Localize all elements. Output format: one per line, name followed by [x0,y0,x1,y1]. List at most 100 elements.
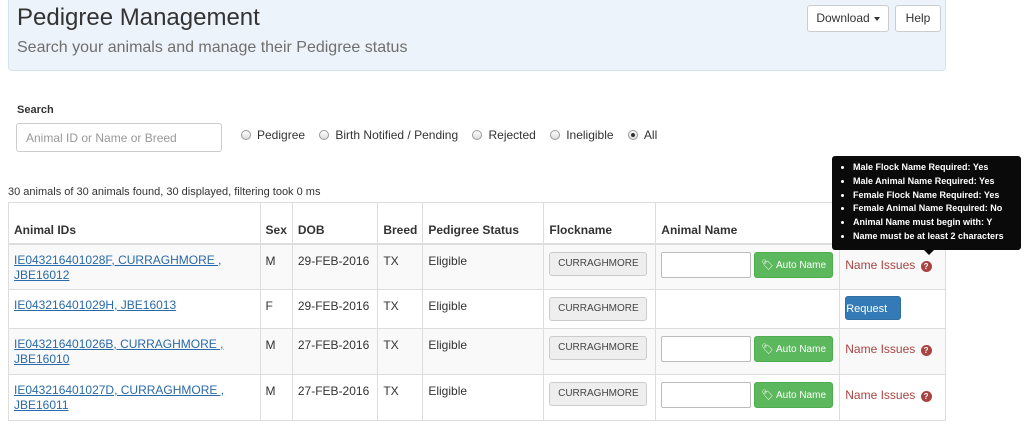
question-circle-icon[interactable]: ? [920,260,932,272]
radio-rejected[interactable] [472,130,483,140]
column-header-flockname[interactable]: Flockname [543,202,657,245]
search-label: Search [17,104,54,116]
flockname-button[interactable]: CURRAGHMORE [549,336,648,360]
status-value: Eligible [428,299,468,313]
breed-value: TX [383,253,399,268]
status-value: Eligible [428,338,468,352]
cell-animal-id: IE043216401027D, CURRAGHMORE , JBE16011 [8,374,261,421]
name-issues-label: Name Issues [845,257,916,272]
page-header: Pedigree Management Search your animals … [8,0,946,71]
tag-icon: 🏷︎ [761,390,774,401]
column-header-animal-ids[interactable]: Animal IDs [8,202,261,245]
name-issues-link[interactable]: Name Issues ? [845,375,940,402]
help-button[interactable]: Help [895,5,941,32]
tooltip-arrow [924,250,934,255]
name-issues-label: Name Issues [845,342,916,356]
animal-id-link[interactable]: IE043216401027D, CURRAGHMORE , JBE16011 [14,375,255,413]
dob-value: 29-FEB-2016 [297,253,370,268]
filter-label: All [643,128,658,142]
tag-icon: 🏷︎ [761,259,774,271]
cell-sex: M [259,243,293,290]
tooltip-item: Male Animal Name Required: Yes [853,175,1015,189]
auto-name-button[interactable]: 🏷︎ Auto Name [754,382,834,408]
cell-dob: 29-FEB-2016 [291,289,379,329]
cell-dob: 27-FEB-2016 [291,374,379,421]
radio-ineligible[interactable] [550,130,561,140]
animal-id-link[interactable]: IE043216401028F, CURRAGHMORE , JBE16012 [14,245,255,283]
flockname-button[interactable]: CURRAGHMORE [549,297,648,321]
column-header-pedigree-status[interactable]: Pedigree Status [422,202,545,245]
tag-icon: 🏷︎ [761,344,774,355]
column-header-dob[interactable]: DOB [291,202,379,245]
filter-label: Birth Notified / Pending [335,128,459,142]
cell-breed: TX [377,289,424,329]
cell-animal-id: IE043216401026B, CURRAGHMORE , JBE16010 [8,328,261,375]
tooltip-item: Female Flock Name Required: Yes [853,189,1015,203]
radio-pedigree[interactable] [241,130,251,140]
page-subtitle: Search your animals and manage their Ped… [17,39,408,56]
name-issues-link[interactable]: Name Issues ? [845,329,940,356]
animal-id-text: IE043216401028F, CURRAGHMORE , [14,252,222,267]
filter-label: Ineligible [566,128,614,142]
cell-flockname: CURRAGHMORE [543,328,657,375]
column-header-breed[interactable]: Breed [377,202,424,245]
status-filter: Pedigree Birth Notified / Pending Reject… [241,128,668,143]
breed-value: TX [383,338,399,352]
question-circle-icon[interactable]: ? [920,391,932,402]
animal-name-input[interactable] [661,336,752,362]
status-value: Eligible [428,384,468,398]
auto-name-button[interactable]: 🏷︎ Auto Name [754,251,834,278]
animal-id-text: IE043216401027D, CURRAGHMORE , [14,383,225,397]
page-title: Pedigree Management [17,4,260,31]
tooltip-item: Animal Name must begin with: Y [853,216,1015,230]
filter-all[interactable]: All [627,128,658,142]
table-row: IE043216401029H, JBE16013 F 29-FEB-2016 … [8,289,946,329]
cell-status: Eligible [422,243,545,290]
cell-flockname: CURRAGHMORE [543,289,657,329]
cell-action: Request [839,289,946,329]
cell-dob: 27-FEB-2016 [291,328,379,375]
cell-status: Eligible [422,289,545,329]
table-row: IE043216401027D, CURRAGHMORE , JBE16011 M… [8,374,946,421]
cell-breed: TX [377,243,424,290]
dob-value: 27-FEB-2016 [297,384,370,398]
cell-action: Name Issues ? [839,374,946,421]
filter-rejected[interactable]: Rejected [472,128,536,142]
download-button[interactable]: Download [807,5,889,32]
filter-birth-notified[interactable]: Birth Notified / Pending [319,128,458,142]
radio-all[interactable] [627,130,638,140]
flockname-button[interactable]: CURRAGHMORE [549,382,648,406]
column-header-animal-name[interactable]: Animal Name [655,202,841,245]
filter-ineligible[interactable]: Ineligible [550,128,614,142]
animal-id-link[interactable]: IE043216401029H, JBE16013 [14,290,255,313]
table-row: IE043216401026B, CURRAGHMORE , JBE16010 M… [8,328,946,375]
cell-sex: M [259,374,293,421]
animal-name-input[interactable] [661,382,752,408]
auto-name-button[interactable]: 🏷︎ Auto Name [754,336,834,362]
cell-breed: TX [377,374,424,421]
request-button[interactable]: Request [845,296,902,320]
auto-name-label: Auto Name [775,259,827,271]
cell-animal-id: IE043216401028F, CURRAGHMORE , JBE16012 [8,243,261,290]
animal-id-text: IE043216401026B, CURRAGHMORE , [14,337,224,351]
tooltip-item: Female Animal Name Required: No [853,202,1015,216]
dob-value: 29-FEB-2016 [297,299,370,313]
question-circle-icon[interactable]: ? [920,345,932,356]
animal-id-link[interactable]: IE043216401026B, CURRAGHMORE , JBE16010 [14,329,255,367]
name-issues-label: Name Issues [845,388,916,402]
radio-birth-notified[interactable] [319,130,330,140]
cell-animal-id: IE043216401029H, JBE16013 [8,289,261,329]
search-input[interactable] [16,123,222,152]
cell-animal-name: 🏷︎ Auto Name [655,328,841,375]
animal-id-text: JBE16012 [14,267,70,282]
filter-pedigree[interactable]: Pedigree [241,128,305,142]
flockname-button[interactable]: CURRAGHMORE [549,251,648,276]
table-header-row: Animal IDs Sex DOB Breed Pedigree Status… [8,202,946,245]
column-header-sex[interactable]: Sex [259,202,293,245]
animal-id-text: JBE16011 [14,398,69,412]
cell-animal-name [655,289,841,329]
animal-name-input[interactable] [661,251,752,278]
breed-value: TX [383,384,399,398]
sex-value: M [265,384,276,398]
cell-animal-name: 🏷︎ Auto Name [655,374,841,421]
